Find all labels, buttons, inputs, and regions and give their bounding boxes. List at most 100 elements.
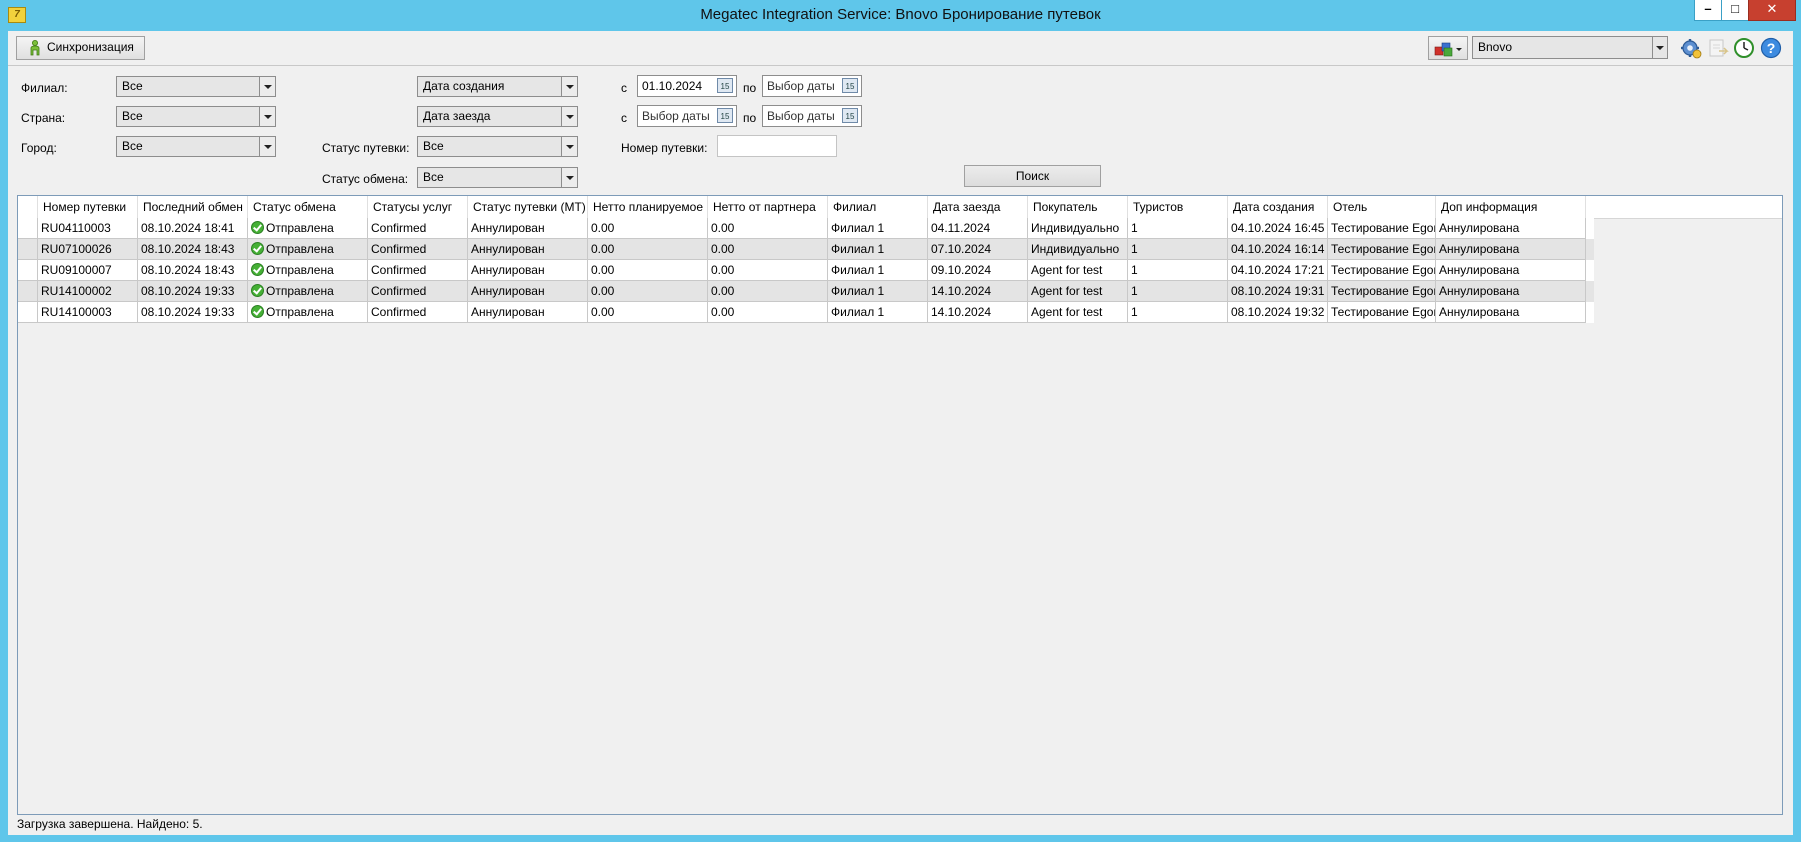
row-selector[interactable]	[18, 302, 38, 323]
exchange-status-text: Отправлена	[266, 284, 334, 298]
table-cell: 0.00	[588, 218, 708, 239]
table-row[interactable]: RU09100007 08.10.2024 18:43 Отправлена Conf…	[18, 260, 1594, 281]
check-circle-icon	[251, 242, 264, 255]
column-header[interactable]: Дата создания	[1228, 196, 1328, 218]
row-selector[interactable]	[18, 239, 38, 260]
check-circle-icon	[251, 221, 264, 234]
table-row[interactable]: RU14100002 08.10.2024 19:33 Отправлена Conf…	[18, 281, 1594, 302]
to-label: по	[743, 111, 757, 125]
table-cell: Agent for test	[1028, 281, 1128, 302]
table-cell: 14.10.2024	[928, 281, 1028, 302]
date-type-1-value: Дата создания	[423, 79, 505, 93]
check-circle-icon	[251, 263, 264, 276]
exchange-status-select[interactable]: Все	[417, 167, 578, 188]
table-cell: 14.10.2024	[928, 302, 1028, 323]
column-header[interactable]: Нетто от партнера	[708, 196, 828, 218]
window-title: Megatec Integration Service: Bnovo Брони…	[700, 6, 1101, 23]
table-cell: 0.00	[588, 239, 708, 260]
service-menu-button[interactable]	[1428, 36, 1468, 60]
table-cell: 08.10.2024 19:32	[1228, 302, 1328, 323]
table-cell: RU14100002	[38, 281, 138, 302]
table-cell: 04.10.2024 17:21	[1228, 260, 1328, 281]
table-cell: Confirmed	[368, 260, 468, 281]
column-header[interactable]: Номер путевки	[38, 196, 138, 218]
table-cell: Аннулирована	[1436, 302, 1586, 323]
calendar-icon[interactable]: 15	[717, 108, 733, 123]
calendar-icon[interactable]: 15	[842, 108, 858, 123]
chevron-down-icon	[561, 77, 577, 96]
date-type-select-1[interactable]: Дата создания	[417, 76, 578, 97]
table-row[interactable]: RU04110003 08.10.2024 18:41 Отправлена Conf…	[18, 218, 1594, 239]
bookings-grid[interactable]: Номер путевки Последний обмен Статус обмен…	[17, 195, 1783, 815]
table-cell: 04.11.2024	[928, 218, 1028, 239]
table-cell: Agent for test	[1028, 302, 1128, 323]
city-label: Город:	[21, 141, 57, 155]
column-header[interactable]: Статус путевки (МТ)	[468, 196, 588, 218]
table-cell: 1	[1128, 218, 1228, 239]
table-cell: Индивидуально	[1028, 218, 1128, 239]
tour-status-select[interactable]: Все	[417, 136, 578, 157]
colored-blocks-icon	[1434, 42, 1462, 57]
table-cell: Отправлена	[248, 302, 368, 323]
sync-button-label: Синхронизация	[47, 40, 134, 54]
column-header[interactable]: Доп информация	[1436, 196, 1586, 218]
column-header[interactable]: Отель	[1328, 196, 1436, 218]
from-label: с	[621, 81, 627, 95]
table-cell: Confirmed	[368, 218, 468, 239]
date-type-select-2[interactable]: Дата заезда	[417, 106, 578, 127]
table-cell: Тестирование Egor	[1328, 260, 1436, 281]
exchange-status-text: Отправлена	[266, 242, 334, 256]
table-row[interactable]: RU07100026 08.10.2024 18:43 Отправлена Conf…	[18, 239, 1594, 260]
date2-from-picker[interactable]: Выбор даты 15	[637, 105, 737, 127]
branch-select-value: Все	[122, 79, 143, 93]
toolbar: Синхронизация Bnovo ?	[8, 31, 1793, 66]
table-cell: 1	[1128, 260, 1228, 281]
table-cell: 0.00	[588, 260, 708, 281]
help-icon[interactable]: ?	[1760, 37, 1782, 59]
city-select[interactable]: Все	[116, 136, 276, 157]
table-row[interactable]: RU14100003 08.10.2024 19:33 Отправлена Conf…	[18, 302, 1594, 323]
row-selector[interactable]	[18, 281, 38, 302]
column-header[interactable]: Покупатель	[1028, 196, 1128, 218]
row-selector[interactable]	[18, 260, 38, 281]
column-header[interactable]: Филиал	[828, 196, 928, 218]
table-cell: 08.10.2024 19:31	[1228, 281, 1328, 302]
table-cell: 0.00	[708, 260, 828, 281]
table-cell: Филиал 1	[828, 302, 928, 323]
service-select[interactable]: Bnovo	[1472, 36, 1668, 59]
calendar-icon[interactable]: 15	[717, 78, 733, 93]
date2-to-picker[interactable]: Выбор даты 15	[762, 105, 862, 127]
table-cell: RU04110003	[38, 218, 138, 239]
tour-number-input[interactable]	[717, 135, 837, 157]
column-header[interactable]: Последний обмен	[138, 196, 248, 218]
table-cell: RU09100007	[38, 260, 138, 281]
table-cell: Тестирование Egor	[1328, 218, 1436, 239]
table-cell: 0.00	[708, 218, 828, 239]
table-cell: Филиал 1	[828, 239, 928, 260]
column-header[interactable]: Статус обмена	[248, 196, 368, 218]
column-header[interactable]: Нетто планируемое	[588, 196, 708, 218]
main-window-client: Синхронизация Bnovo ? Филиал: Все Страна…	[8, 31, 1793, 835]
date1-to-picker[interactable]: Выбор даты 15	[762, 75, 862, 97]
search-button[interactable]: Поиск	[964, 165, 1101, 187]
date1-from-picker[interactable]: 01.10.2024 15	[637, 75, 737, 97]
column-header[interactable]: Туристов	[1128, 196, 1228, 218]
clock-icon[interactable]	[1733, 37, 1755, 59]
table-cell: Тестирование Egor	[1328, 302, 1436, 323]
table-cell: Confirmed	[368, 302, 468, 323]
minimize-button[interactable]: –	[1694, 0, 1722, 21]
close-button[interactable]: ✕	[1748, 0, 1796, 21]
table-cell: Аннулирован	[468, 281, 588, 302]
calendar-icon[interactable]: 15	[842, 78, 858, 93]
column-header[interactable]: Статусы услуг	[368, 196, 468, 218]
country-select[interactable]: Все	[116, 106, 276, 127]
chevron-down-icon	[561, 168, 577, 187]
gear-icon[interactable]	[1680, 37, 1702, 59]
row-selector[interactable]	[18, 218, 38, 239]
maximize-button[interactable]: □	[1721, 0, 1749, 21]
branch-select[interactable]: Все	[116, 76, 276, 97]
column-header[interactable]: Дата заезда	[928, 196, 1028, 218]
sync-button[interactable]: Синхронизация	[16, 36, 145, 60]
date1-to-value: Выбор даты	[767, 79, 835, 93]
table-cell: Аннулирован	[468, 260, 588, 281]
